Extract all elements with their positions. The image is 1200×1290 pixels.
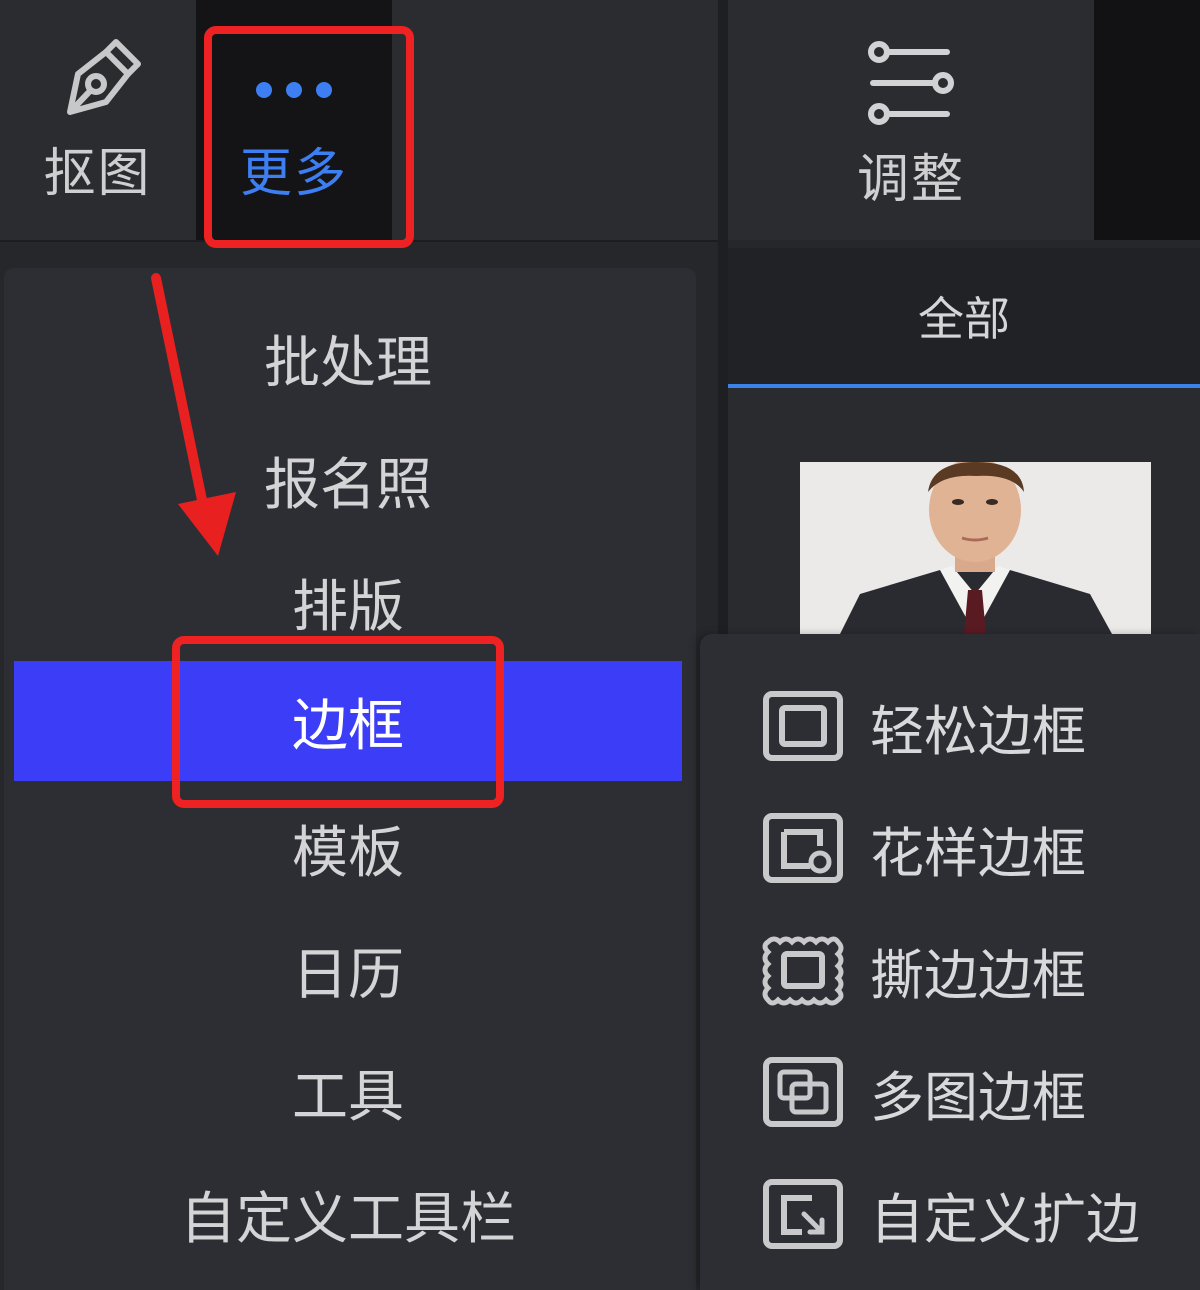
menu-item-label: 自定义工具栏 [180, 1186, 516, 1252]
menu-item-label: 报名照 [264, 452, 432, 518]
submenu-item-label: 自定义扩边 [870, 1187, 1140, 1251]
menu-item-calendar[interactable]: 日历 [14, 910, 682, 1030]
simple-frame-icon [763, 691, 843, 761]
submenu-item-torn-edge-frame[interactable]: 撕边边框 [762, 920, 1192, 1020]
menu-item-label: 批处理 [264, 330, 432, 396]
adjust-label: 调整 [856, 150, 965, 210]
pen-tool-icon [66, 39, 141, 115]
adjust-tool-button[interactable]: 调整 [728, 0, 1094, 240]
multi-image-frame-icon [763, 1057, 843, 1127]
submenu-item-label: 多图边框 [870, 1065, 1086, 1129]
portrait-image [800, 462, 1151, 634]
torn-edge-frame-icon [762, 936, 844, 1006]
cutout-label: 抠图 [43, 144, 152, 204]
annotation-arrow [151, 273, 236, 556]
menu-item-label: 日历 [292, 942, 404, 1008]
custom-expand-icon [763, 1179, 843, 1249]
submenu-item-label: 轻松边框 [870, 699, 1086, 763]
cutout-tool-button[interactable]: 抠图 [0, 0, 195, 240]
menu-item-batch[interactable]: 批处理 [14, 298, 682, 418]
menu-item-id-photo[interactable]: 报名照 [14, 420, 682, 540]
submenu-item-multi-image-frame[interactable]: 多图边框 [762, 1042, 1192, 1142]
photo-thumbnail[interactable] [800, 462, 1151, 634]
sliders-icon [868, 41, 954, 125]
pattern-frame-icon [763, 813, 843, 883]
submenu-item-custom-expand[interactable]: 自定义扩边 [762, 1164, 1192, 1264]
menu-item-label: 模板 [292, 820, 404, 886]
submenu-item-simple-frame[interactable]: 轻松边框 [762, 676, 1192, 776]
tab-all-label: 全部 [918, 292, 1010, 346]
submenu-item-label: 撕边边框 [870, 943, 1086, 1007]
menu-item-tools[interactable]: 工具 [14, 1032, 682, 1152]
menu-item-label: 排版 [292, 574, 404, 640]
highlight-box-border [172, 636, 504, 808]
menu-item-label: 工具 [292, 1064, 404, 1130]
right-toolbar-edge [1094, 0, 1200, 240]
submenu-item-pattern-frame[interactable]: 花样边框 [762, 798, 1192, 898]
highlight-box-more [204, 26, 414, 248]
tab-all[interactable]: 全部 [728, 248, 1200, 388]
menu-item-custom-toolbar[interactable]: 自定义工具栏 [14, 1154, 682, 1274]
submenu-item-label: 花样边框 [870, 821, 1086, 885]
